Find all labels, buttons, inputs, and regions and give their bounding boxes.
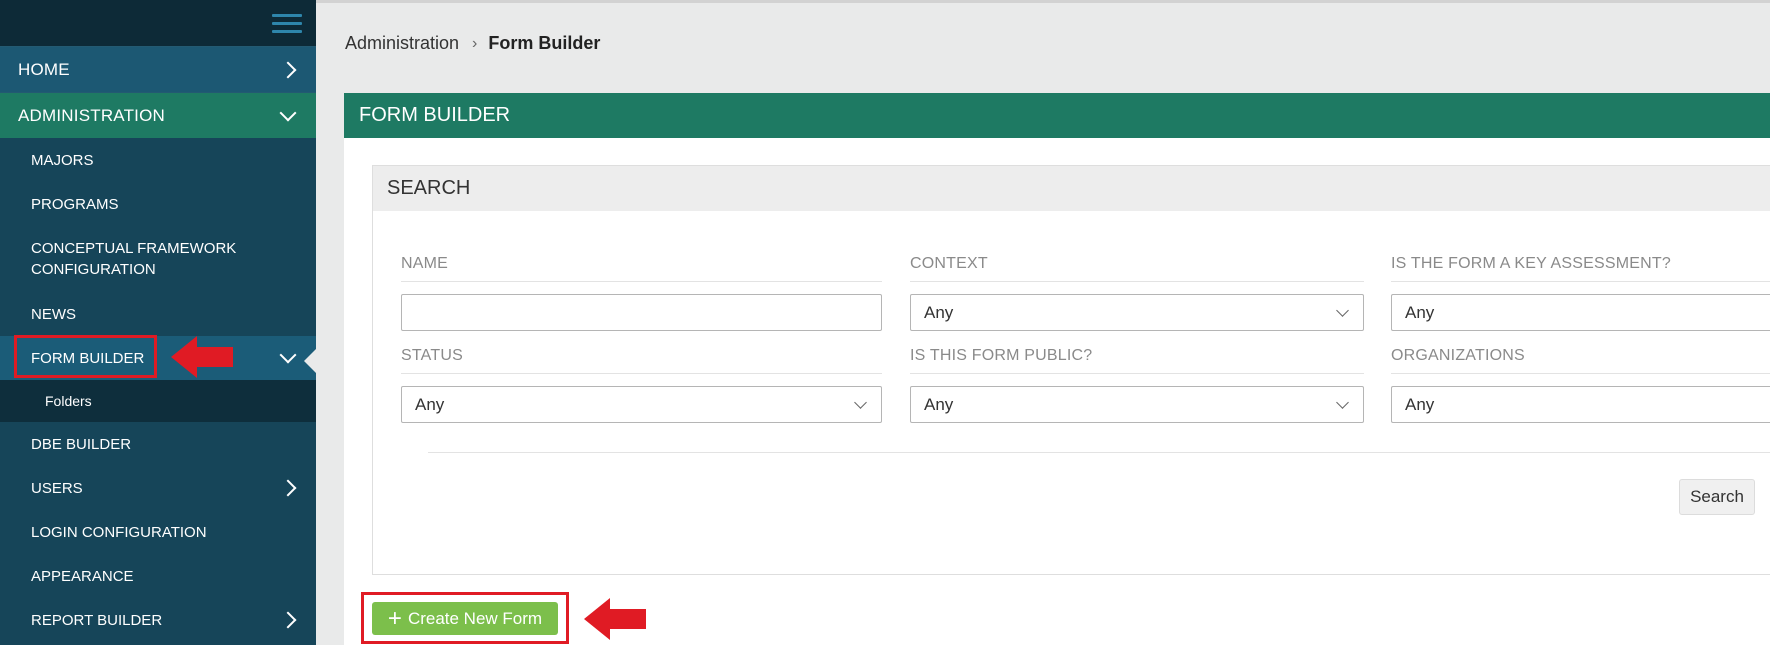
sidebar-item-appearance[interactable]: APPEARANCE: [0, 554, 316, 598]
organizations-label: ORGANIZATIONS: [1391, 347, 1525, 364]
organizations-select[interactable]: Any: [1391, 386, 1770, 423]
search-section: SEARCH: [372, 165, 1770, 575]
sidebar-item-label: USERS: [31, 479, 83, 497]
sidebar-item-label: APPEARANCE: [31, 567, 134, 585]
chevron-down-icon: [1336, 304, 1349, 317]
breadcrumb: Administration › Form Builder: [345, 33, 600, 54]
chevron-down-icon: [279, 346, 297, 364]
nav-item-label: ADMINISTRATION: [18, 105, 165, 125]
sidebar-item-label: NEWS: [31, 305, 76, 323]
sidebar-item-label: PROGRAMS: [31, 195, 119, 213]
sidebar-header: [0, 0, 316, 46]
highlight-box-create-new-form: [361, 592, 569, 644]
form-builder-panel: FORM BUILDER SEARCH: [344, 93, 1770, 645]
sidebar-item-news[interactable]: NEWS: [0, 292, 316, 336]
organizations-select-value: Any: [1405, 394, 1435, 414]
breadcrumb-parent-link[interactable]: Administration: [345, 33, 459, 54]
search-section-title: SEARCH: [373, 166, 1770, 211]
key-assessment-select-value: Any: [1405, 302, 1435, 322]
nav-item-label: HOME: [18, 59, 70, 79]
sidebar-item-programs[interactable]: PROGRAMS: [0, 182, 316, 226]
sidebar-item-label: MAJORS: [31, 151, 94, 169]
public-select-value: Any: [924, 394, 954, 414]
field-divider: [910, 281, 1364, 282]
chevron-down-icon: [854, 396, 867, 409]
nav-item-home[interactable]: HOME: [0, 46, 316, 92]
breadcrumb-current: Form Builder: [488, 33, 601, 53]
key-assessment-label: IS THE FORM A KEY ASSESSMENT?: [1391, 255, 1671, 272]
sidebar-item-report-builder[interactable]: REPORT BUILDER: [0, 598, 316, 642]
breadcrumb-separator-icon: ›: [472, 34, 478, 52]
status-label: STATUS: [401, 347, 463, 364]
context-select[interactable]: Any: [910, 294, 1364, 331]
sidebar-item-dbe-builder[interactable]: DBE BUILDER: [0, 422, 316, 466]
panel-title: FORM BUILDER: [344, 93, 1770, 138]
chevron-right-icon: [279, 61, 297, 78]
field-divider: [1391, 281, 1770, 282]
key-assessment-select[interactable]: Any: [1391, 294, 1770, 331]
sidebar-item-label: REPORT BUILDER: [31, 611, 163, 629]
form-divider: [428, 452, 1770, 453]
highlight-box-form-builder: [14, 335, 157, 378]
field-divider: [1391, 373, 1770, 374]
sidebar-item-label: CONCEPTUAL FRAMEWORK CONFIGURATION: [31, 240, 237, 278]
red-arrow-icon: [584, 598, 646, 640]
sidebar-item-label: DBE BUILDER: [31, 435, 132, 453]
page-edge: [1770, 0, 1781, 645]
chevron-down-icon: [1336, 396, 1349, 409]
field-divider: [401, 281, 882, 282]
sidebar-item-login-configuration[interactable]: LOGIN CONFIGURATION: [0, 510, 316, 554]
sidebar: HOME ADMINISTRATION MAJORS PROGRAMS CONC…: [0, 0, 316, 645]
sidebar-item-label: LOGIN CONFIGURATION: [31, 523, 207, 541]
sidebar-item-label: Folders: [45, 393, 92, 409]
sidebar-item-users[interactable]: USERS: [0, 466, 316, 510]
nav-item-administration[interactable]: ADMINISTRATION: [0, 92, 316, 138]
search-button[interactable]: Search: [1679, 479, 1755, 515]
sidebar-item-conceptual-framework[interactable]: CONCEPTUAL FRAMEWORK CONFIGURATION: [0, 226, 316, 292]
status-select[interactable]: Any: [401, 386, 882, 423]
name-label: NAME: [401, 255, 449, 272]
field-divider: [910, 373, 1364, 374]
chevron-right-icon: [279, 479, 297, 497]
sidebar-item-majors[interactable]: MAJORS: [0, 138, 316, 182]
context-select-value: Any: [924, 302, 954, 322]
status-select-value: Any: [415, 394, 445, 414]
red-arrow-icon: [171, 336, 233, 378]
public-select[interactable]: Any: [910, 386, 1364, 423]
sidebar-subitem-folders[interactable]: Folders: [0, 380, 316, 422]
public-label: IS THIS FORM PUBLIC?: [910, 347, 1093, 364]
top-border: [316, 0, 1770, 3]
chevron-right-icon: [279, 611, 297, 629]
context-label: CONTEXT: [910, 255, 988, 272]
field-divider: [401, 373, 882, 374]
hamburger-icon[interactable]: [272, 14, 302, 34]
chevron-down-icon: [279, 104, 297, 121]
name-input[interactable]: [401, 294, 882, 331]
